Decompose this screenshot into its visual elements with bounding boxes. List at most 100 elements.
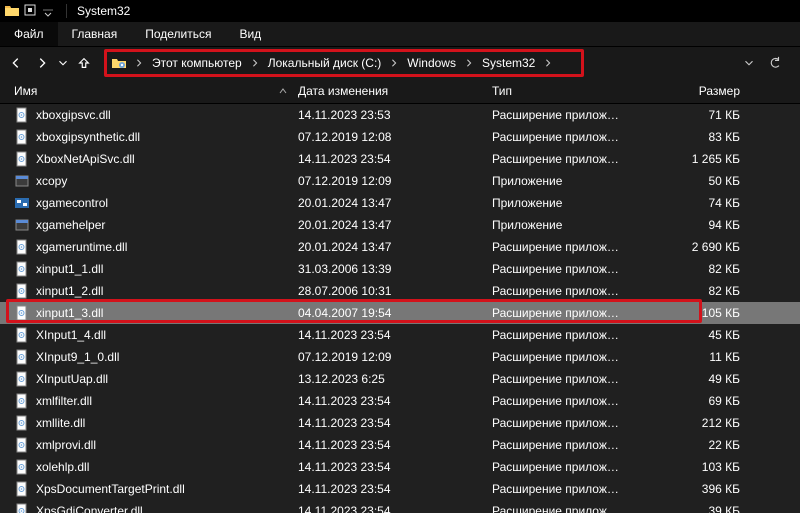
file-icon [14, 195, 30, 211]
column-name[interactable]: Имя [14, 84, 298, 98]
file-date: 14.11.2023 23:54 [298, 460, 492, 474]
chevron-right-icon[interactable] [387, 56, 401, 70]
breadcrumb-item[interactable]: Локальный диск (C:) [262, 51, 388, 75]
chevron-right-icon[interactable] [248, 56, 262, 70]
file-row[interactable]: XInput1_4.dll14.11.2023 23:54Расширение … [0, 324, 800, 346]
file-row[interactable]: XboxNetApiSvc.dll 14.11.2023 23:54Расшире… [0, 148, 800, 170]
file-size: 69 КБ [624, 394, 764, 408]
file-icon [14, 239, 30, 255]
column-date[interactable]: Дата изменения [298, 84, 492, 98]
chevron-right-icon[interactable] [462, 56, 476, 70]
file-row[interactable]: xboxgipsvc.dll14.11.2023 23:53Расширение… [0, 104, 800, 126]
file-type: Расширение прилож… [492, 460, 624, 474]
file-date: 04.04.2007 19:54 [298, 306, 492, 320]
file-icon [14, 327, 30, 343]
file-size: 39 КБ [624, 504, 764, 513]
file-name: xolehlp.dll [36, 460, 89, 474]
file-type: Расширение прилож… [492, 394, 624, 408]
up-button[interactable] [72, 51, 96, 75]
file-row[interactable]: XInputUap.dll13.12.2023 6:25Расширение п… [0, 368, 800, 390]
file-size: 105 КБ [624, 306, 764, 320]
file-name: xinput1_3.dll [36, 306, 103, 320]
window-title: System32 [77, 4, 130, 18]
file-size: 1 265 КБ [624, 152, 764, 166]
file-row[interactable]: XInput9_1_0.dll07.12.2019 12:09Расширени… [0, 346, 800, 368]
file-type: Расширение прилож… [492, 416, 624, 430]
file-row[interactable]: xinput1_2.dll28.07.2006 10:31Расширение … [0, 280, 800, 302]
chevron-right-icon[interactable] [541, 56, 555, 70]
file-row[interactable]: xolehlp.dll 14.11.2023 23:54Расширение пр… [0, 456, 800, 478]
file-date: 14.11.2023 23:54 [298, 394, 492, 408]
file-size: 11 КБ [624, 350, 764, 364]
file-type: Расширение прилож… [492, 108, 624, 122]
file-row[interactable]: xcopy07.12.2019 12:09Приложение50 КБ [0, 170, 800, 192]
column-size[interactable]: Размер [624, 84, 764, 98]
sort-asc-icon [276, 86, 290, 96]
file-name: XInput9_1_0.dll [36, 350, 119, 364]
file-date: 20.01.2024 13:47 [298, 240, 492, 254]
pin-icon[interactable] [22, 3, 38, 19]
tab-view[interactable]: Вид [225, 22, 275, 46]
ribbon-tabs: Файл Главная Поделиться Вид [0, 22, 800, 46]
file-row[interactable]: XpsGdiConverter.dll14.11.2023 23:54Расши… [0, 500, 800, 513]
file-type: Расширение прилож… [492, 152, 624, 166]
file-name: xgamehelper [36, 218, 105, 232]
file-row[interactable]: xgamecontrol20.01.2024 13:47Приложение74… [0, 192, 800, 214]
file-name: xmllite.dll [36, 416, 85, 430]
nav-buttons [0, 51, 100, 75]
file-type: Расширение прилож… [492, 240, 624, 254]
file-name: XInput1_4.dll [36, 328, 106, 342]
breadcrumb-item[interactable]: System32 [476, 51, 541, 75]
file-size: 396 КБ [624, 482, 764, 496]
titlebar: System32 [0, 0, 800, 22]
file-row[interactable]: xgamehelper20.01.2024 13:47Приложение94 … [0, 214, 800, 236]
tab-home[interactable]: Главная [58, 22, 132, 46]
file-row[interactable]: xgameruntime.dll20.01.2024 13:47Расширен… [0, 236, 800, 258]
forward-button[interactable] [30, 51, 54, 75]
column-headers: Имя Дата изменения Тип Размер [0, 78, 800, 104]
file-row[interactable]: xmlfilter.dll 14.11.2023 23:54Расширение … [0, 390, 800, 412]
file-name: xgamecontrol [36, 196, 108, 210]
address-dropdown-icon[interactable] [738, 52, 760, 74]
file-row[interactable]: XpsDocumentTargetPrint.dll14.11.2023 23:… [0, 478, 800, 500]
file-date: 14.11.2023 23:54 [298, 482, 492, 496]
file-row[interactable]: xinput1_1.dll31.03.2006 13:39Расширение … [0, 258, 800, 280]
file-type: Расширение прилож… [492, 482, 624, 496]
file-name: xcopy [36, 174, 67, 188]
refresh-button[interactable] [764, 52, 786, 74]
file-date: 13.12.2023 6:25 [298, 372, 492, 386]
file-size: 22 КБ [624, 438, 764, 452]
file-icon [14, 393, 30, 409]
navigation-bar: Этот компьютер Локальный диск (C:) Windo… [0, 46, 800, 78]
breadcrumb-item[interactable]: Windows [401, 51, 462, 75]
chevron-down-icon[interactable] [40, 3, 56, 19]
breadcrumb-item[interactable]: Этот компьютер [146, 51, 248, 75]
column-type[interactable]: Тип [492, 84, 624, 98]
file-name: XInputUap.dll [36, 372, 108, 386]
file-date: 20.01.2024 13:47 [298, 218, 492, 232]
address-bar[interactable]: Этот компьютер Локальный диск (C:) Windo… [104, 51, 790, 75]
file-date: 07.12.2019 12:09 [298, 174, 492, 188]
file-icon [14, 217, 30, 233]
file-row[interactable]: xmllite.dll14.11.2023 23:54Расширение пр… [0, 412, 800, 434]
file-date: 07.12.2019 12:09 [298, 350, 492, 364]
back-button[interactable] [4, 51, 28, 75]
file-date: 31.03.2006 13:39 [298, 262, 492, 276]
chevron-right-icon[interactable] [132, 56, 146, 70]
file-date: 14.11.2023 23:54 [298, 152, 492, 166]
file-size: 71 КБ [624, 108, 764, 122]
file-row[interactable]: xinput1_3.dll04.04.2007 19:54Расширение … [0, 302, 800, 324]
recent-dropdown-icon[interactable] [56, 51, 70, 75]
tab-share[interactable]: Поделиться [131, 22, 225, 46]
tab-file[interactable]: Файл [0, 22, 58, 46]
file-icon [14, 481, 30, 497]
file-row[interactable]: xboxgipsynthetic.dll07.12.2019 12:08Расш… [0, 126, 800, 148]
file-icon [14, 173, 30, 189]
file-row[interactable]: xmlprovi.dll14.11.2023 23:54Расширение п… [0, 434, 800, 456]
file-icon [14, 305, 30, 321]
file-name: XboxNetApiSvc.dll [36, 152, 135, 166]
file-list[interactable]: xboxgipsvc.dll14.11.2023 23:53Расширение… [0, 104, 800, 513]
file-icon [14, 261, 30, 277]
file-icon [14, 371, 30, 387]
file-name: xmlfilter.dll [36, 394, 92, 408]
